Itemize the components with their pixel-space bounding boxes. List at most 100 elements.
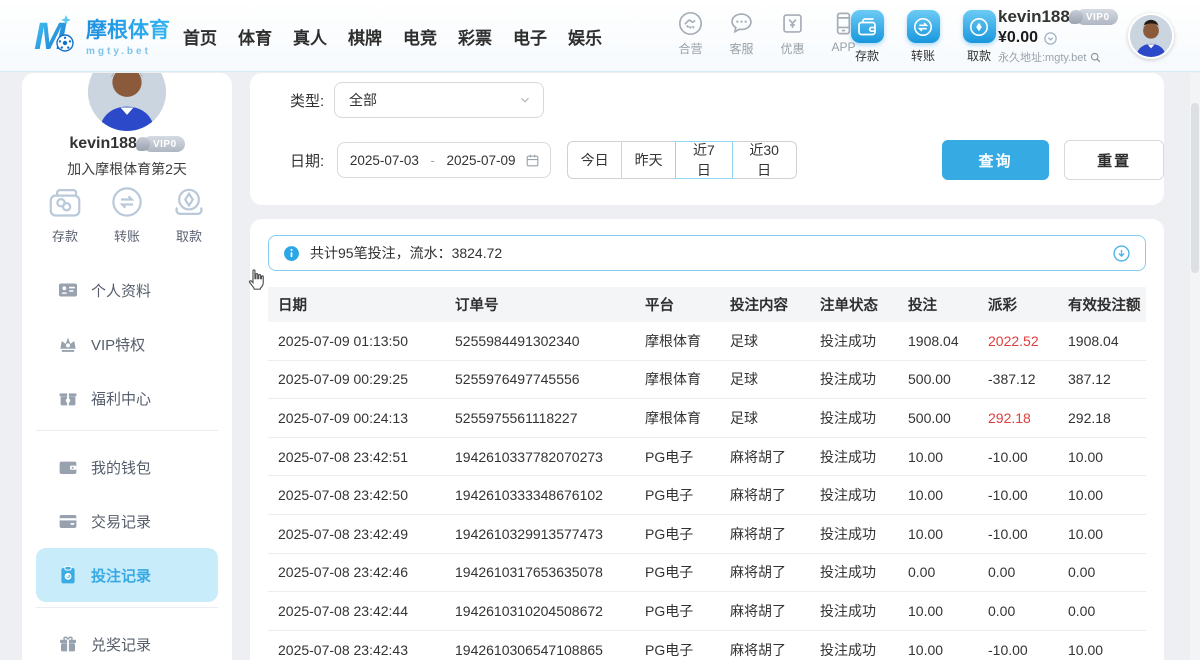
nav-item-lottery[interactable]: 彩票 — [458, 24, 492, 49]
sidebar-quick-withdraw[interactable]: 取款 — [170, 183, 208, 245]
profile-icon — [58, 280, 78, 300]
sidebar-item-profile[interactable]: 个人资料 — [36, 263, 218, 317]
wallet-action-deposit[interactable]: 存款 — [845, 10, 889, 64]
cell-status: 投注成功 — [810, 601, 898, 621]
cell-valid: 10.00 — [1058, 487, 1136, 503]
cell-date: 2025-07-09 00:29:25 — [268, 371, 445, 387]
table-row: 2025-07-08 23:42:431942610306547108865PG… — [268, 631, 1146, 660]
cell-payout: -10.00 — [978, 526, 1058, 542]
cell-bet: 500.00 — [898, 371, 978, 387]
table-row: 2025-07-08 23:42:501942610333348676102PG… — [268, 476, 1146, 515]
cell-content: 麻将胡了 — [720, 562, 810, 582]
cell-bet: 500.00 — [898, 410, 978, 426]
sidebar-avatar[interactable] — [88, 73, 166, 131]
quick-link-service[interactable]: 客服 — [721, 10, 762, 57]
balance-expand-icon[interactable] — [1043, 31, 1058, 46]
cell-date: 2025-07-09 00:24:13 — [268, 410, 445, 426]
main-nav: 首页体育真人棋牌电竞彩票电子娱乐 — [183, 0, 602, 72]
wallet-action-withdraw[interactable]: 取款 — [957, 10, 1001, 64]
reset-button[interactable]: 重置 — [1064, 140, 1164, 180]
sidebar-item-label: 投注记录 — [91, 565, 151, 586]
sidebar-item-transactions[interactable]: 交易记录 — [36, 494, 218, 548]
cell-order: 1942610310204508672 — [445, 603, 635, 619]
date-from-value: 2025-07-03 — [350, 153, 419, 168]
cell-order: 1942610329913577473 — [445, 526, 635, 542]
sidebar-item-redeem-records[interactable]: 兑奖记录 — [36, 617, 218, 660]
cell-valid: 10.00 — [1058, 449, 1136, 465]
cell-order: 1942610333348676102 — [445, 487, 635, 503]
nav-item-cards[interactable]: 棋牌 — [348, 24, 382, 49]
cell-platform: 摩根体育 — [635, 369, 720, 389]
sidebar-item-vip[interactable]: VIP特权 — [36, 317, 218, 371]
search-address-icon[interactable] — [1089, 51, 1102, 64]
sidebar-quick-deposit[interactable]: 存款 — [46, 183, 84, 245]
table-row: 2025-07-08 23:42:491942610329913577473PG… — [268, 515, 1146, 554]
range-button-last7days[interactable]: 近7日 — [675, 141, 732, 179]
service-icon — [728, 10, 755, 37]
cell-status: 投注成功 — [810, 447, 898, 467]
cell-date: 2025-07-09 01:13:50 — [268, 333, 445, 349]
col-status: 注单状态 — [810, 294, 898, 315]
range-button-yesterday[interactable]: 昨天 — [621, 141, 676, 179]
sidebar-item-bet-records[interactable]: 投注记录 — [36, 548, 218, 602]
brand-logo[interactable]: M 摩根体育 mgty.bet — [30, 11, 170, 59]
bet-records-table: 日期订单号平台投注内容注单状态投注派彩有效投注额 2025-07-09 01:1… — [268, 287, 1146, 660]
nav-item-sports[interactable]: 体育 — [238, 24, 272, 49]
user-name[interactable]: kevin188 — [998, 7, 1070, 27]
range-button-today[interactable]: 今日 — [567, 141, 622, 179]
sidebar-item-label: 我的钱包 — [91, 457, 151, 478]
sidebar-item-my-wallet[interactable]: 我的钱包 — [36, 440, 218, 494]
sidebar-quick-transfer[interactable]: 转账 — [108, 183, 146, 245]
cell-order: 1942610306547108865 — [445, 642, 635, 658]
cell-order: 1942610337782070273 — [445, 449, 635, 465]
user-avatar[interactable] — [1128, 13, 1174, 59]
cell-payout: 0.00 — [978, 603, 1058, 619]
quick-link-label: 合营 — [678, 40, 702, 57]
cell-content: 足球 — [720, 408, 810, 428]
col-order: 订单号 — [445, 294, 635, 315]
date-range-picker[interactable]: 2025-07-03 - 2025-07-09 — [337, 142, 551, 178]
type-select[interactable]: 全部 — [334, 82, 544, 118]
cell-order: 5255976497745556 — [445, 371, 635, 387]
cell-bet: 10.00 — [898, 642, 978, 658]
bet-record-icon — [58, 565, 78, 585]
sidebar-quick-label: 存款 — [52, 226, 78, 245]
nav-item-home[interactable]: 首页 — [183, 24, 217, 49]
range-button-last30days[interactable]: 近30日 — [732, 141, 797, 179]
circle-down-icon[interactable] — [1112, 244, 1131, 263]
quick-link-promo[interactable]: 优惠 — [772, 10, 813, 57]
col-payout: 派彩 — [978, 294, 1058, 315]
redeem-icon — [58, 634, 78, 654]
page-scrollbar-track[interactable] — [1190, 73, 1200, 660]
wallet-action-transfer[interactable]: 转账 — [901, 10, 945, 64]
withdraw-app-icon — [963, 10, 996, 43]
cell-status: 投注成功 — [810, 640, 898, 660]
query-button[interactable]: 查询 — [942, 140, 1050, 180]
wallet-action-label: 存款 — [855, 47, 879, 64]
user-block: kevin188 VIP0 ¥0.00 永久地址:mgty.bet — [998, 7, 1118, 65]
transfer-outline-icon — [108, 183, 146, 221]
table-row: 2025-07-08 23:42:511942610337782070273PG… — [268, 438, 1146, 477]
sidebar-item-welfare[interactable]: 福利中心 — [36, 371, 218, 425]
quick-link-partnership[interactable]: 合营 — [670, 10, 711, 57]
top-header: M 摩根体育 mgty.bet 首页体育真人棋牌电竞彩票电子娱乐 合营客服优惠A… — [0, 0, 1200, 72]
transaction-icon — [58, 511, 78, 531]
nav-item-slots[interactable]: 电子 — [513, 24, 547, 49]
nav-item-live[interactable]: 真人 — [293, 24, 327, 49]
sidebar-quick-actions: 存款 转账取款 — [22, 183, 232, 245]
cell-platform: PG电子 — [635, 640, 720, 660]
sidebar-item-label: 交易记录 — [91, 511, 151, 532]
cell-platform: PG电子 — [635, 447, 720, 467]
nav-item-esports[interactable]: 电竞 — [403, 24, 437, 49]
col-content: 投注内容 — [720, 294, 810, 315]
cell-date: 2025-07-08 23:42:49 — [268, 526, 445, 542]
nav-item-entertainment[interactable]: 娱乐 — [568, 24, 602, 49]
cell-date: 2025-07-08 23:42:51 — [268, 449, 445, 465]
cell-payout: -387.12 — [978, 371, 1058, 387]
cell-date: 2025-07-08 23:42:50 — [268, 487, 445, 503]
header-quick-links: 合营客服优惠APP — [670, 10, 864, 57]
vip-icon — [58, 334, 78, 354]
page-scrollbar-thumb[interactable] — [1191, 103, 1199, 273]
filter-card: 类型: 全部 日期: 2025-07-03 - 2025-07-09 今日昨天近… — [250, 73, 1164, 205]
sidebar-username: kevin188 — [69, 135, 137, 153]
